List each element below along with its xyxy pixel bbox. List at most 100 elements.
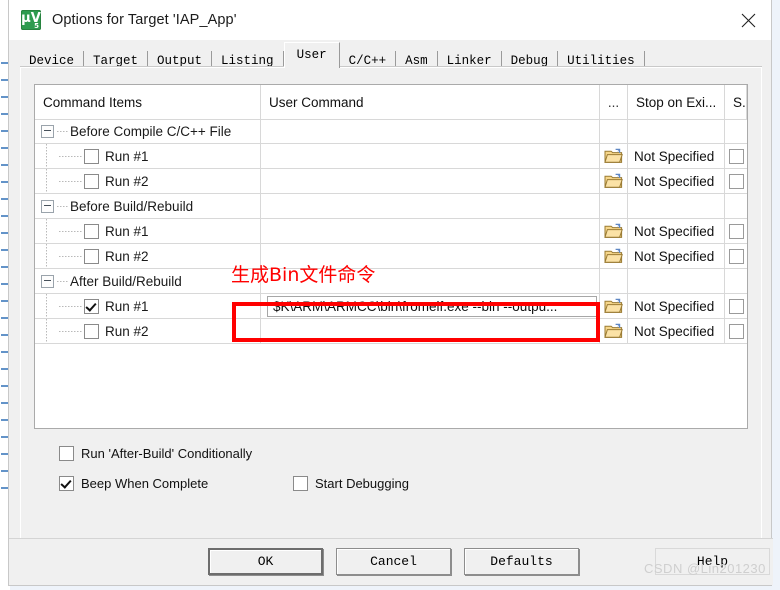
options-dialog: µV 5 Options for Target 'IAP_App' Device T… <box>8 0 773 586</box>
cell-browse[interactable] <box>600 144 628 168</box>
folder-browse-icon[interactable] <box>604 148 623 164</box>
cell-stop-on-exit[interactable] <box>628 194 725 218</box>
cell-s[interactable] <box>725 144 747 168</box>
cell-command-item[interactable]: After Build/Rebuild <box>35 269 261 293</box>
folder-browse-icon[interactable] <box>604 223 623 239</box>
defaults-button[interactable]: Defaults <box>464 548 579 575</box>
cell-stop-on-exit[interactable] <box>628 269 725 293</box>
s-column-checkbox[interactable] <box>728 223 744 239</box>
dialog-title: Options for Target 'IAP_App' <box>52 12 237 28</box>
tree-connector <box>59 255 83 257</box>
cell-browse[interactable] <box>600 244 628 268</box>
cell-user-command[interactable] <box>261 194 600 218</box>
run-after-build-conditionally-checkbox[interactable]: Run 'After-Build' Conditionally <box>59 446 252 461</box>
run-enable-checkbox[interactable] <box>84 148 99 164</box>
cell-user-command[interactable] <box>261 144 600 168</box>
column-header-command-items[interactable]: Command Items <box>35 85 261 119</box>
cell-command-item[interactable]: Run #1 <box>35 219 261 243</box>
tree-vertical-line <box>46 169 47 193</box>
cell-s[interactable] <box>725 294 747 318</box>
cell-browse[interactable] <box>600 169 628 193</box>
s-column-checkbox[interactable] <box>728 248 744 264</box>
collapse-expander-icon[interactable] <box>41 124 54 138</box>
start-debugging-checkbox[interactable]: Start Debugging <box>293 476 409 491</box>
column-header-browse[interactable]: ... <box>600 85 628 119</box>
stop-on-exit-value: Not Specified <box>634 298 715 314</box>
folder-browse-icon[interactable] <box>604 323 623 339</box>
table-row[interactable]: Run #2 Not Specified <box>35 169 747 194</box>
folder-browse-icon[interactable] <box>604 173 623 189</box>
collapse-expander-icon[interactable] <box>41 274 54 288</box>
table-row[interactable]: Run #1 Not Specified <box>35 144 747 169</box>
tree-connector <box>59 230 83 232</box>
run-enable-checkbox[interactable] <box>84 323 99 339</box>
cell-browse[interactable] <box>600 319 628 343</box>
table-row[interactable]: Before Compile C/C++ File <box>35 119 747 144</box>
cell-s <box>725 269 747 293</box>
tree-connector <box>59 305 83 307</box>
cell-s[interactable] <box>725 244 747 268</box>
checkbox-box <box>293 476 308 491</box>
option-label: Start Debugging <box>315 476 409 491</box>
cell-command-item[interactable]: Run #2 <box>35 169 261 193</box>
cell-s[interactable] <box>725 319 747 343</box>
cell-stop-on-exit[interactable]: Not Specified <box>628 144 725 168</box>
beep-when-complete-checkbox[interactable]: Beep When Complete <box>59 476 208 491</box>
cell-stop-on-exit[interactable]: Not Specified <box>628 169 725 193</box>
ok-button[interactable]: OK <box>208 548 323 575</box>
cell-stop-on-exit[interactable]: Not Specified <box>628 244 725 268</box>
collapse-expander-icon[interactable] <box>41 199 54 213</box>
folder-browse-icon[interactable] <box>604 248 623 264</box>
column-header-stop-on-exit[interactable]: Stop on Exi... <box>628 85 725 119</box>
cell-user-command[interactable] <box>261 319 600 343</box>
cell-stop-on-exit[interactable]: Not Specified <box>628 294 725 318</box>
cell-user-command[interactable] <box>261 119 600 143</box>
run-enable-checkbox[interactable] <box>84 173 99 189</box>
run-enable-checkbox[interactable] <box>84 248 99 264</box>
tree-vertical-line <box>46 144 47 168</box>
cell-command-item[interactable]: Run #2 <box>35 319 261 343</box>
command-items-list[interactable]: Command Items User Command ... Stop on E… <box>34 84 748 429</box>
s-column-checkbox[interactable] <box>728 173 744 189</box>
cell-command-item[interactable]: Run #2 <box>35 244 261 268</box>
tab-user[interactable]: User <box>283 42 340 68</box>
table-row[interactable]: Run #2 Not Specified <box>35 244 747 269</box>
cell-browse[interactable] <box>600 219 628 243</box>
tree-connector <box>57 205 69 207</box>
cell-command-item[interactable]: Run #1 <box>35 144 261 168</box>
tree-vertical-line <box>46 219 47 243</box>
cell-command-item[interactable]: Before Build/Rebuild <box>35 194 261 218</box>
stop-on-exit-value: Not Specified <box>634 148 715 164</box>
s-column-checkbox[interactable] <box>728 298 744 314</box>
table-row[interactable]: After Build/Rebuild <box>35 269 747 294</box>
table-row[interactable]: Run #2 Not Specified <box>35 319 747 344</box>
s-column-checkbox[interactable] <box>728 148 744 164</box>
cell-stop-on-exit[interactable]: Not Specified <box>628 319 725 343</box>
cell-user-command[interactable] <box>261 169 600 193</box>
run-enable-checkbox[interactable] <box>84 223 99 239</box>
table-row[interactable]: Run #1 $K\ARM\ARMCC\bin\fromelf.exe --bin… <box>35 294 747 319</box>
cell-stop-on-exit[interactable] <box>628 119 725 143</box>
tree-connector <box>59 330 83 332</box>
cancel-button[interactable]: Cancel <box>336 548 451 575</box>
s-column-checkbox[interactable] <box>728 323 744 339</box>
cell-browse[interactable] <box>600 294 628 318</box>
cell-s[interactable] <box>725 169 747 193</box>
cell-user-command[interactable] <box>261 219 600 243</box>
column-header-user-command[interactable]: User Command <box>261 85 600 119</box>
folder-browse-icon[interactable] <box>604 298 623 314</box>
cell-user-command[interactable]: $K\ARM\ARMCC\bin\fromelf.exe --bin --out… <box>261 294 600 318</box>
keil-uvision-icon: µV 5 <box>21 10 41 30</box>
cell-s[interactable] <box>725 219 747 243</box>
run-enable-checkbox[interactable] <box>84 298 99 314</box>
close-icon[interactable] <box>725 0 771 40</box>
cell-command-item[interactable]: Before Compile C/C++ File <box>35 119 261 143</box>
table-row[interactable]: Before Build/Rebuild <box>35 194 747 219</box>
column-header-s[interactable]: S... <box>725 85 747 119</box>
annotation-note: 生成Bin文件命令 <box>231 264 376 286</box>
table-row[interactable]: Run #1 Not Specified <box>35 219 747 244</box>
cell-command-item[interactable]: Run #1 <box>35 294 261 318</box>
user-command-input[interactable]: $K\ARM\ARMCC\bin\fromelf.exe --bin --out… <box>267 295 597 317</box>
cell-stop-on-exit[interactable]: Not Specified <box>628 219 725 243</box>
stop-on-exit-value: Not Specified <box>634 248 715 264</box>
